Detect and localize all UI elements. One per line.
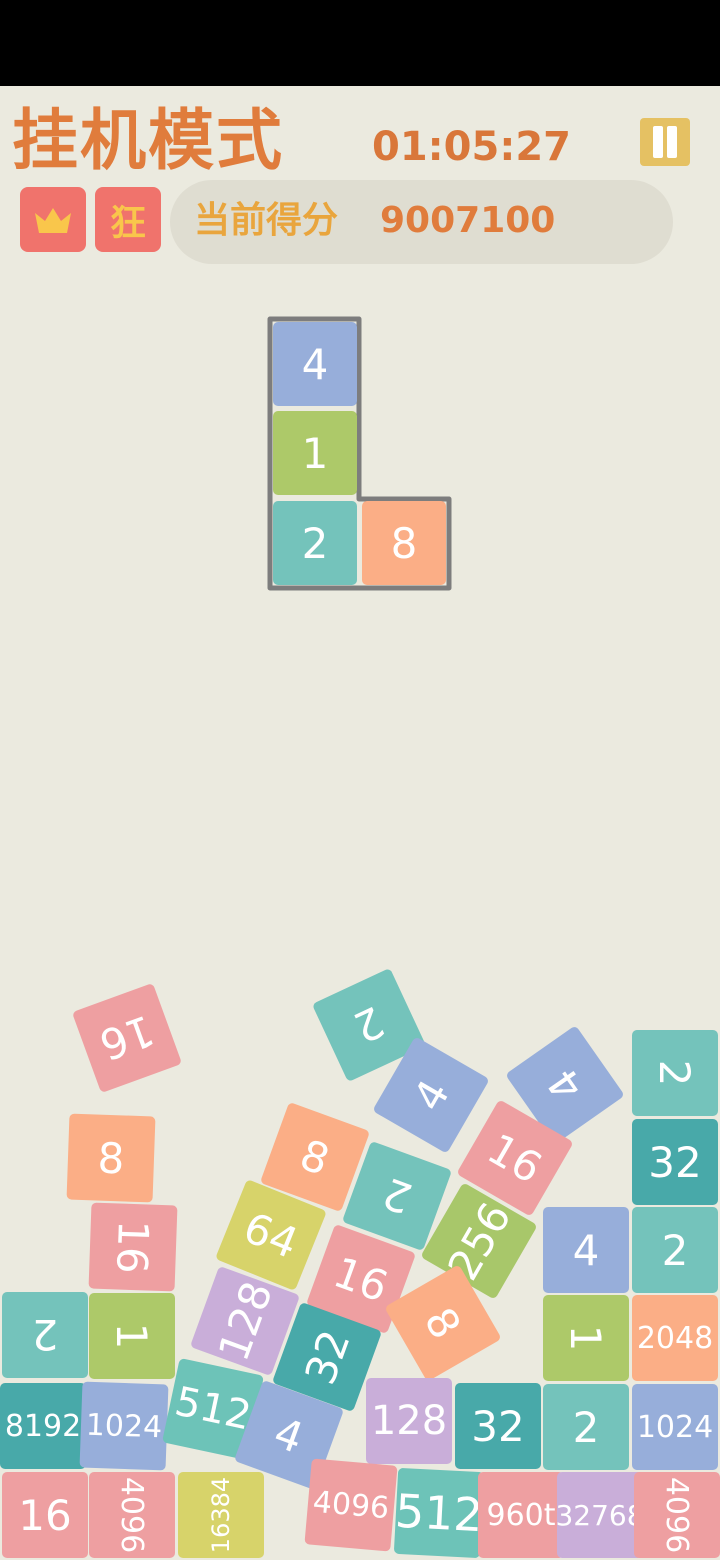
board-block: 32768 — [555, 1472, 645, 1558]
board-block: 8 — [66, 1113, 156, 1203]
board-block: 4096 — [304, 1458, 398, 1552]
board-block: 2 — [632, 1030, 718, 1116]
board-block: 4096 — [89, 1472, 175, 1558]
board-block: 2048 — [632, 1295, 718, 1381]
board-block: 16 — [2, 1472, 88, 1558]
board-block: 960t — [478, 1472, 564, 1558]
board-block: 2 — [543, 1384, 629, 1470]
board-block: 16384 — [178, 1472, 264, 1558]
falling-block[interactable]: 8 — [362, 501, 446, 585]
board-block: 2 — [2, 1292, 88, 1378]
board-block: 1024 — [632, 1384, 718, 1470]
board-block: 1 — [89, 1293, 175, 1379]
board-block: 32 — [632, 1119, 718, 1205]
board-block: 16 — [71, 982, 183, 1094]
board-block: 1024 — [79, 1381, 169, 1471]
board-block: 1 — [543, 1295, 629, 1381]
board-block: 8192 — [0, 1383, 86, 1469]
falling-block[interactable]: 1 — [273, 411, 357, 495]
falling-block[interactable]: 4 — [273, 322, 357, 406]
board-block: 4 — [543, 1207, 629, 1293]
board-block: 32 — [455, 1383, 541, 1469]
board-block: 128 — [366, 1378, 452, 1464]
falling-block[interactable]: 2 — [273, 501, 357, 585]
board-block: 4096 — [634, 1472, 720, 1558]
board-block: 2 — [632, 1207, 718, 1293]
falling-piece-outline — [267, 316, 452, 591]
board-block: 512 — [394, 1467, 484, 1559]
board-block: 16 — [88, 1202, 178, 1292]
